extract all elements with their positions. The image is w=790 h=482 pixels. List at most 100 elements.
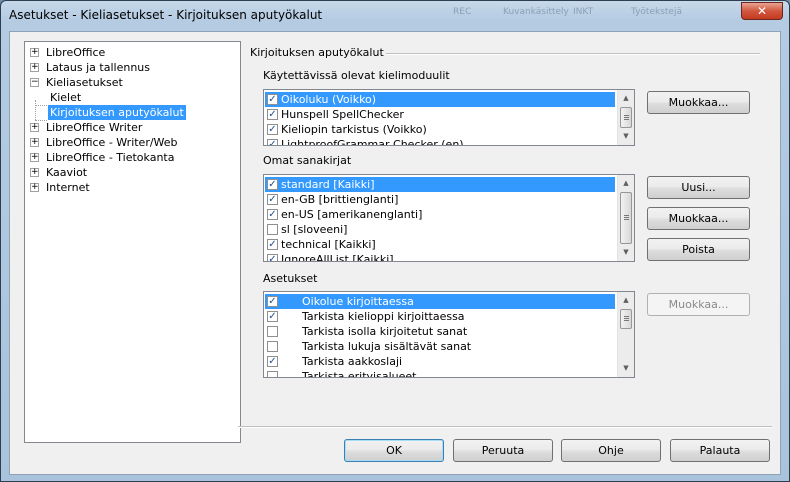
check-icon: ✓ <box>268 109 277 120</box>
tree-connector <box>35 105 47 106</box>
tree-item-label: LibreOffice - Writer/Web <box>46 136 178 149</box>
expand-icon[interactable]: + <box>30 123 39 132</box>
check-icon: ✓ <box>268 139 277 146</box>
list-item[interactable]: ✓ LightproofGrammar Checker (en) <box>265 137 611 146</box>
dictionaries-list[interactable]: ✓ standard [Kaikki] ✓ en-GB [brittiengla… <box>263 174 635 262</box>
check-icon: ✓ <box>268 311 277 322</box>
settings-label: Asetukset <box>263 272 318 285</box>
checkbox[interactable]: ✓ <box>267 296 278 307</box>
list-item[interactable]: ✓ en-US [amerikanenglanti] <box>265 207 611 222</box>
list-item[interactable]: ✓ Hunspell SpellChecker <box>265 107 611 122</box>
tree-item-label: Kirjoituksen aputyökalut <box>48 105 186 120</box>
title-bar[interactable]: Asetukset - Kieliasetukset - Kirjoitukse… <box>1 1 789 29</box>
tree-item-label: Internet <box>46 181 90 194</box>
modules-label: Käytettävissä olevat kielimoduulit <box>263 69 450 82</box>
expand-icon[interactable]: + <box>30 168 39 177</box>
list-item[interactable]: Tarkista isolla kirjoitetut sanat <box>265 324 611 339</box>
checkbox[interactable]: ✓ <box>267 139 278 146</box>
expand-icon[interactable]: + <box>30 138 39 147</box>
window-title: Asetukset - Kieliasetukset - Kirjoitukse… <box>9 8 323 22</box>
checkbox[interactable]: ✓ <box>267 311 278 322</box>
reset-button[interactable]: Palauta <box>670 439 770 462</box>
list-item[interactable]: ✓ en-GB [brittienglanti] <box>265 192 611 207</box>
edit-dictionary-button[interactable]: Muokkaa... <box>647 207 750 230</box>
checkbox[interactable]: ✓ <box>267 109 278 120</box>
dialog-client-area: + LibreOffice + Lataus ja tallennus − Ki… <box>9 31 781 475</box>
list-item[interactable]: ✓ Oikoluku (Voikko) <box>265 92 615 107</box>
scroll-thumb[interactable] <box>620 192 632 244</box>
tree-connector <box>35 100 36 120</box>
help-button[interactable]: Ohje <box>561 439 661 462</box>
dictionaries-label: Omat sanakirjat <box>263 154 352 167</box>
scroll-up-icon[interactable]: ▲ <box>618 175 634 192</box>
tree-item-label: Lataus ja tallennus <box>46 61 150 74</box>
scroll-up-icon[interactable]: ▲ <box>618 292 634 309</box>
list-item[interactable]: ✓ Tarkista kielioppi kirjoittaessa <box>265 309 611 324</box>
list-item[interactable]: ✓ Oikolue kirjoittaessa <box>265 294 615 309</box>
expand-icon[interactable]: + <box>30 183 39 192</box>
check-icon: ✓ <box>268 254 277 262</box>
check-icon: ✓ <box>268 356 277 367</box>
vertical-scrollbar[interactable]: ▲ ▼ <box>617 175 634 261</box>
delete-dictionary-button[interactable]: Poista <box>647 238 750 261</box>
check-icon: ✓ <box>268 124 277 135</box>
checkbox[interactable]: ✓ <box>267 209 278 220</box>
background-taskbar-item: Kuvankäsittely <box>503 7 569 17</box>
tree-item-label: LibreOffice Writer <box>46 121 143 134</box>
expand-icon[interactable]: + <box>30 153 39 162</box>
group-divider <box>386 53 760 55</box>
checkbox[interactable] <box>267 326 278 337</box>
cancel-button[interactable]: Peruuta <box>453 439 553 462</box>
list-item[interactable]: ✓ standard [Kaikki] <box>265 177 615 192</box>
close-button[interactable]: ✕ <box>741 2 783 20</box>
vertical-scrollbar[interactable]: ▲ ▼ <box>617 292 634 377</box>
tree-item-label: LibreOffice <box>46 46 106 59</box>
footer-divider <box>238 426 772 428</box>
checkbox[interactable]: ✓ <box>267 239 278 250</box>
checkbox[interactable]: ✓ <box>267 356 278 367</box>
checkbox[interactable] <box>267 341 278 352</box>
tree-item-label: Kieliasetukset <box>46 76 123 89</box>
scroll-up-icon[interactable]: ▲ <box>618 90 634 107</box>
checkbox[interactable]: ✓ <box>267 254 278 262</box>
edit-settings-button[interactable]: Muokkaa... <box>647 293 750 316</box>
settings-list[interactable]: ✓ Oikolue kirjoittaessa ✓ Tarkista kieli… <box>263 291 635 378</box>
checkbox[interactable]: ✓ <box>267 179 278 190</box>
checkbox[interactable]: ✓ <box>267 194 278 205</box>
list-item[interactable]: ✓ Kieliopin tarkistus (Voikko) <box>265 122 611 137</box>
tree-item-label: LibreOffice - Tietokanta <box>46 151 175 164</box>
scroll-down-icon[interactable]: ▼ <box>618 360 634 377</box>
list-item[interactable]: ✓ IgnoreAllList [Kaikki] <box>265 252 611 262</box>
list-item[interactable]: Tarkista lukuja sisältävät sanat <box>265 339 611 354</box>
tree-item-label: Kaaviot <box>46 166 88 179</box>
checkbox[interactable]: ✓ <box>267 124 278 135</box>
check-icon: ✓ <box>268 194 277 205</box>
checkbox[interactable] <box>267 371 278 377</box>
modules-list[interactable]: ✓ Oikoluku (Voikko) ✓ Hunspell SpellChec… <box>263 89 635 146</box>
scroll-thumb[interactable] <box>620 309 632 329</box>
list-item[interactable]: ✓ technical [Kaikki] <box>265 237 611 252</box>
edit-modules-button[interactable]: Muokkaa... <box>647 91 750 114</box>
ok-button[interactable]: OK <box>344 439 444 462</box>
collapse-icon[interactable]: − <box>30 78 39 87</box>
scroll-down-icon[interactable]: ▼ <box>618 244 634 261</box>
list-item[interactable]: sl [sloveeni] <box>265 222 611 237</box>
tree-item-label: Kielet <box>50 91 82 104</box>
scroll-thumb[interactable] <box>620 107 632 128</box>
expand-icon[interactable]: + <box>30 63 39 72</box>
checkbox[interactable] <box>267 224 278 235</box>
group-title: Kirjoituksen aputyökalut <box>250 46 384 59</box>
checkbox[interactable]: ✓ <box>267 94 278 105</box>
list-item[interactable]: Tarkista erityisalueet <box>265 369 611 377</box>
background-taskbar-item: REC <box>453 7 472 17</box>
check-icon: ✓ <box>268 239 277 250</box>
vertical-scrollbar[interactable]: ▲ ▼ <box>617 90 634 145</box>
background-taskbar-item: INKT <box>573 7 594 17</box>
expand-icon[interactable]: + <box>30 48 39 57</box>
check-icon: ✓ <box>268 94 277 105</box>
close-icon: ✕ <box>756 4 768 18</box>
scroll-down-icon[interactable]: ▼ <box>618 128 634 145</box>
list-item[interactable]: ✓ Tarkista aakkoslaji <box>265 354 611 369</box>
new-dictionary-button[interactable]: Uusi... <box>647 176 750 199</box>
options-tree[interactable]: + LibreOffice + Lataus ja tallennus − Ki… <box>24 41 241 443</box>
